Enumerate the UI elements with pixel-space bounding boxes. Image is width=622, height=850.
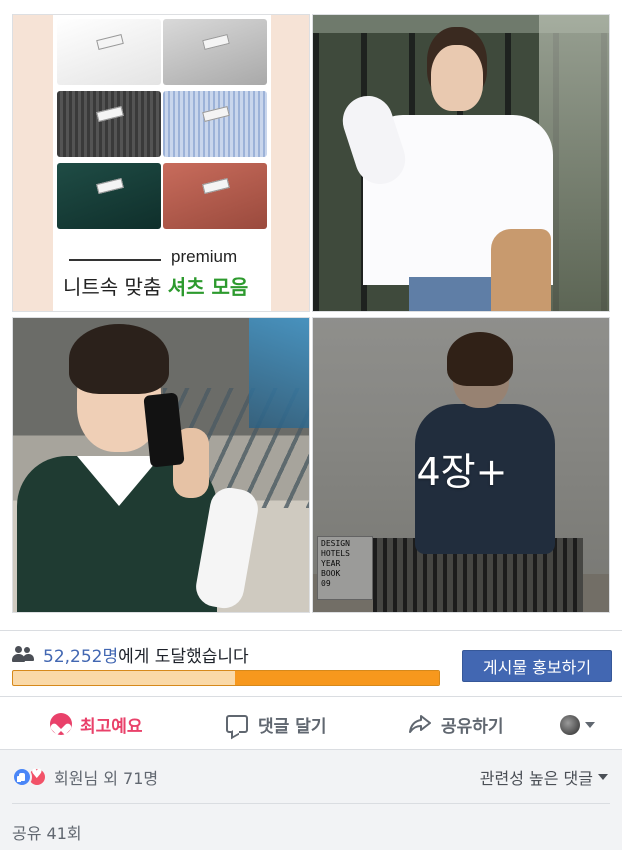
reach-text: 에게 도달했습니다 — [118, 646, 249, 667]
reactions-summary[interactable]: 회원님 외 71명 — [12, 765, 158, 789]
avatar — [560, 715, 580, 735]
comment-label: 댓글 달기 — [258, 716, 327, 737]
action-bar: 최고예요 댓글 달기 공유하기 — [0, 700, 622, 748]
photo-more[interactable]: DESIGN HOTELS YEAR BOOK 09 4장+ — [312, 317, 610, 613]
white-shirt-image — [57, 19, 161, 85]
share-icon — [409, 715, 431, 733]
caption-title-accent: 셔츠 모음 — [167, 275, 249, 299]
caret-down-icon — [585, 722, 595, 728]
love-button[interactable]: 최고예요 — [50, 700, 143, 748]
red-shirt-image — [163, 163, 267, 229]
photo-white-shirt-model[interactable] — [312, 14, 610, 312]
photo-shirt-collage[interactable]: premium 니트속 맞춤 셔츠 모음 — [12, 14, 310, 312]
comment-sort-dropdown[interactable]: 관련성 높은 댓글 — [480, 765, 608, 789]
divider — [0, 696, 622, 697]
reach-progress-bar — [12, 670, 440, 686]
comment-button[interactable]: 댓글 달기 — [226, 700, 326, 748]
grey-shirt-image — [163, 19, 267, 85]
divider — [12, 803, 610, 804]
people-icon — [12, 646, 34, 662]
divider — [0, 749, 622, 750]
caption-rule — [69, 259, 161, 261]
like-icon — [12, 767, 32, 787]
collage-caption: premium 니트속 맞춤 셔츠 모음 — [53, 237, 271, 311]
comment-sort-label: 관련성 높은 댓글 — [479, 769, 593, 788]
share-count[interactable]: 공유 41회 — [12, 820, 82, 844]
caption-title-main: 니트속 맞춤 — [63, 275, 168, 299]
boost-post-button[interactable]: 게시물 홍보하기 — [462, 650, 612, 682]
green-shirt-image — [57, 163, 161, 229]
share-label: 공유하기 — [441, 716, 504, 737]
caption-premium: premium — [171, 247, 238, 266]
comment-icon — [226, 715, 248, 733]
heart-icon — [50, 713, 72, 735]
love-label: 최고예요 — [80, 716, 143, 737]
caret-down-icon — [598, 774, 608, 780]
shirt-collage: premium 니트속 맞춤 셔츠 모음 — [53, 15, 271, 311]
reactions-text: 회원님 외 71명 — [54, 769, 159, 788]
blue-shirt-image — [163, 91, 267, 157]
photo-selfie-model[interactable] — [12, 317, 310, 613]
reach-count[interactable]: 52,252명 — [43, 642, 118, 667]
more-photos-count: 4장+ — [416, 449, 508, 494]
photo-grid: premium 니트속 맞춤 셔츠 모음 DESIGN HOTELS YEAR — [0, 0, 622, 622]
share-button[interactable]: 공유하기 — [409, 700, 504, 748]
stripe-shirt-image — [57, 91, 161, 157]
model-head — [431, 45, 483, 111]
react-as-selector[interactable] — [560, 715, 595, 735]
tan-coat — [491, 229, 551, 311]
caption-title: 니트속 맞춤 셔츠 모음 — [63, 271, 248, 300]
reach-progress-fill — [234, 671, 439, 685]
reach-summary: 52,252명 에게 도달했습니다 — [12, 641, 249, 667]
divider — [0, 630, 622, 631]
